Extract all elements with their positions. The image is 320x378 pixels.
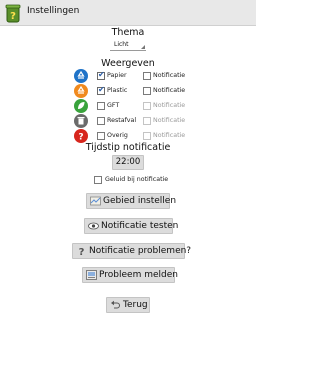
notification-time-button[interactable]: 22:00: [112, 155, 144, 170]
notification-problems-button[interactable]: ? Notificatie problemen?: [72, 243, 191, 259]
category-label: Restafval: [107, 117, 137, 124]
category-label: Plastic: [107, 87, 128, 94]
svg-text:?: ?: [78, 133, 83, 143]
category-label: Overig: [107, 132, 128, 139]
category-label: GFT: [107, 102, 120, 109]
svg-text:?: ?: [79, 247, 85, 256]
notification-label: Notificatie: [153, 102, 186, 109]
notification-checkbox[interactable]: [143, 87, 151, 95]
back-button[interactable]: Terug: [106, 297, 150, 313]
spinner-arrow-icon: [141, 45, 145, 49]
category-trash-icon: [74, 114, 88, 128]
show-category-checkbox[interactable]: [97, 117, 105, 125]
checkmark-icon: ✔: [98, 85, 105, 94]
category-row: ✔ Plastic Notificatie: [0, 84, 256, 99]
category-row: ✔ Papier Notificatie: [0, 69, 256, 84]
show-category-checkbox[interactable]: [97, 102, 105, 110]
report-icon: [86, 270, 97, 280]
svg-text:?: ?: [10, 11, 16, 22]
category-label: Papier: [107, 72, 127, 79]
action-bar: ? Instellingen: [0, 0, 256, 26]
show-category-checkbox[interactable]: ✔: [97, 85, 105, 95]
category-row: Restafval Notificatie: [0, 114, 256, 129]
weergeven-title: Weergeven: [101, 58, 155, 69]
theme-spinner-value: Licht: [114, 41, 129, 48]
notification-checkbox[interactable]: [143, 102, 151, 110]
show-category-checkbox[interactable]: ✔: [97, 70, 105, 80]
app-title: Instellingen: [27, 6, 80, 16]
undo-icon: [111, 300, 120, 309]
notification-checkbox[interactable]: [143, 72, 151, 80]
theme-spinner[interactable]: Licht: [110, 40, 146, 51]
eye-icon: [88, 222, 99, 230]
test-notification-button[interactable]: Notificatie testen: [84, 218, 178, 234]
category-row: GFT Notificatie: [0, 99, 256, 114]
checkmark-icon: ✔: [98, 70, 105, 79]
category-recycle-icon: [74, 84, 88, 98]
category-question-icon: ?: [74, 129, 88, 143]
notification-time-title: Tijdstip notificatie: [85, 142, 171, 153]
notification-checkbox[interactable]: [143, 132, 151, 140]
sound-label: Geluid bij notificatie: [105, 176, 169, 183]
notification-label: Notificatie: [153, 72, 186, 79]
set-area-button[interactable]: Gebied instellen: [86, 193, 176, 209]
help-icon: ?: [79, 247, 85, 256]
thema-title: Thema: [111, 27, 145, 38]
app-logo-icon: ?: [4, 3, 22, 23]
notification-label: Notificatie: [153, 117, 186, 124]
map-icon: [90, 196, 101, 206]
category-recycle-icon: [74, 69, 88, 83]
sound-checkbox[interactable]: [94, 176, 102, 184]
category-leaf-icon: [74, 99, 88, 113]
notification-checkbox[interactable]: [143, 117, 151, 125]
show-category-checkbox[interactable]: [97, 132, 105, 140]
notification-label: Notificatie: [153, 87, 186, 94]
notification-label: Notificatie: [153, 132, 186, 139]
report-problem-button[interactable]: Probleem melden: [82, 267, 178, 283]
